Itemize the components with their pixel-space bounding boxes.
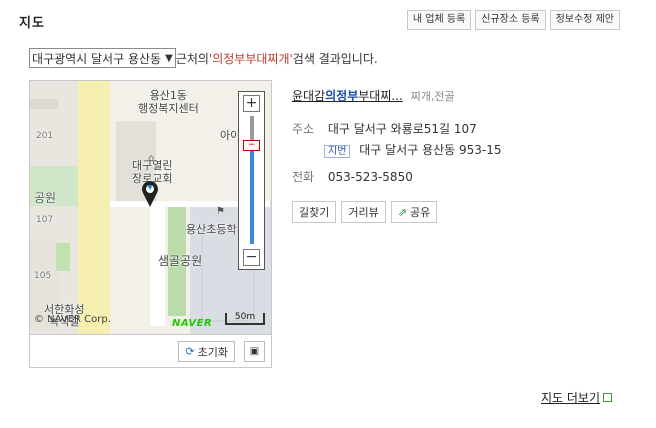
- register-my-business-button[interactable]: 내 업체 등록: [406, 10, 472, 30]
- address-label: 주소: [292, 122, 315, 136]
- place-action-buttons: 길찾기 거리뷰 ⇗ 공유: [292, 201, 438, 223]
- phone-value: 053-523-5850: [327, 170, 413, 184]
- region-select-value: 대구광역시 달서구 용산동: [32, 51, 162, 66]
- suggest-edit-button[interactable]: 정보수정 제안: [549, 10, 620, 30]
- place-category: 찌개,전골: [410, 90, 455, 103]
- search-suffix: 검색 결과입니다.: [292, 51, 378, 66]
- search-keyword: '의정부부대찌개': [208, 51, 293, 66]
- building-icon: ⌂: [148, 153, 155, 164]
- route-button[interactable]: 길찾기: [292, 201, 337, 223]
- jibun-badge: 지번: [324, 145, 351, 158]
- roadview-button[interactable]: 거리뷰: [341, 201, 386, 223]
- school-flag-icon: ⚑: [216, 206, 225, 217]
- chevron-down-icon: ▼: [165, 52, 173, 64]
- map-label-park-left: 공원: [34, 191, 57, 205]
- map-scale-bar: 50m: [225, 313, 265, 325]
- top-button-group: 내 업체 등록 신규장소 등록 정보수정 제안: [406, 10, 620, 30]
- map-label-105: 105: [34, 271, 52, 281]
- share-label: 공유: [409, 206, 431, 219]
- zoom-in-button[interactable]: +: [243, 95, 260, 112]
- jibun-row: 지번 대구 달서구 용산동 953-15: [324, 141, 502, 158]
- page-title: 지도: [19, 16, 45, 31]
- map-label-107: 107: [36, 215, 54, 225]
- map-label-201: 201: [36, 131, 54, 141]
- region-select[interactable]: 대구광역시 달서구 용산동 ▼: [29, 48, 176, 68]
- map-footer: ⟳ 초기화 ▣: [29, 335, 272, 368]
- phone-label: 전화: [292, 170, 315, 184]
- zoom-control: + − −: [238, 91, 265, 270]
- naver-logo: NAVER: [172, 318, 213, 329]
- refresh-icon: ⟳: [185, 345, 195, 358]
- address-row: 주소 대구 달서구 와룡로51길 107: [292, 120, 477, 137]
- share-button[interactable]: ⇗ 공유: [390, 201, 438, 223]
- address-value: 대구 달서구 와룡로51길 107: [327, 122, 477, 136]
- map-view[interactable]: 용산1동 행정복지센터 대구열린 장로교회 공원 201 107 105 아이 …: [29, 80, 272, 335]
- register-new-place-button[interactable]: 신규장소 등록: [475, 10, 546, 30]
- location-marker-icon[interactable]: [140, 179, 160, 209]
- share-icon: ⇗: [397, 205, 407, 219]
- zoom-out-button[interactable]: −: [243, 249, 260, 266]
- map-copyright: © NAVER Corp.: [34, 314, 111, 325]
- place-title-row: 윤대감의정부부대찌... 찌개,전골: [292, 87, 455, 104]
- more-map-link[interactable]: 지도 더보기: [541, 389, 613, 406]
- jibun-value: 대구 달서구 용산동 953-15: [359, 143, 502, 157]
- external-window-icon: [603, 393, 613, 402]
- map-label-saemgol: 샘골공원: [158, 254, 203, 268]
- search-prefix: 근처의: [175, 51, 209, 66]
- minimap-toggle-button[interactable]: ▣: [244, 341, 265, 362]
- zoom-slider-handle[interactable]: −: [243, 140, 260, 151]
- minimap-icon: ▣: [249, 346, 260, 357]
- map-label-center: 용산1동 행정복지센터: [138, 89, 199, 115]
- phone-row: 전화 053-523-5850: [292, 168, 413, 185]
- more-map-label: 지도 더보기: [541, 391, 601, 405]
- reset-label: 초기화: [197, 345, 228, 359]
- search-result-line: 대구광역시 달서구 용산동 ▼ 근처의 '의정부부대찌개' 검색 결과입니다.: [29, 48, 378, 68]
- place-name-link[interactable]: 윤대감의정부부대찌...: [292, 89, 403, 103]
- reset-map-button[interactable]: ⟳ 초기화: [178, 341, 235, 362]
- map-label-school: 용산초등학: [186, 223, 237, 236]
